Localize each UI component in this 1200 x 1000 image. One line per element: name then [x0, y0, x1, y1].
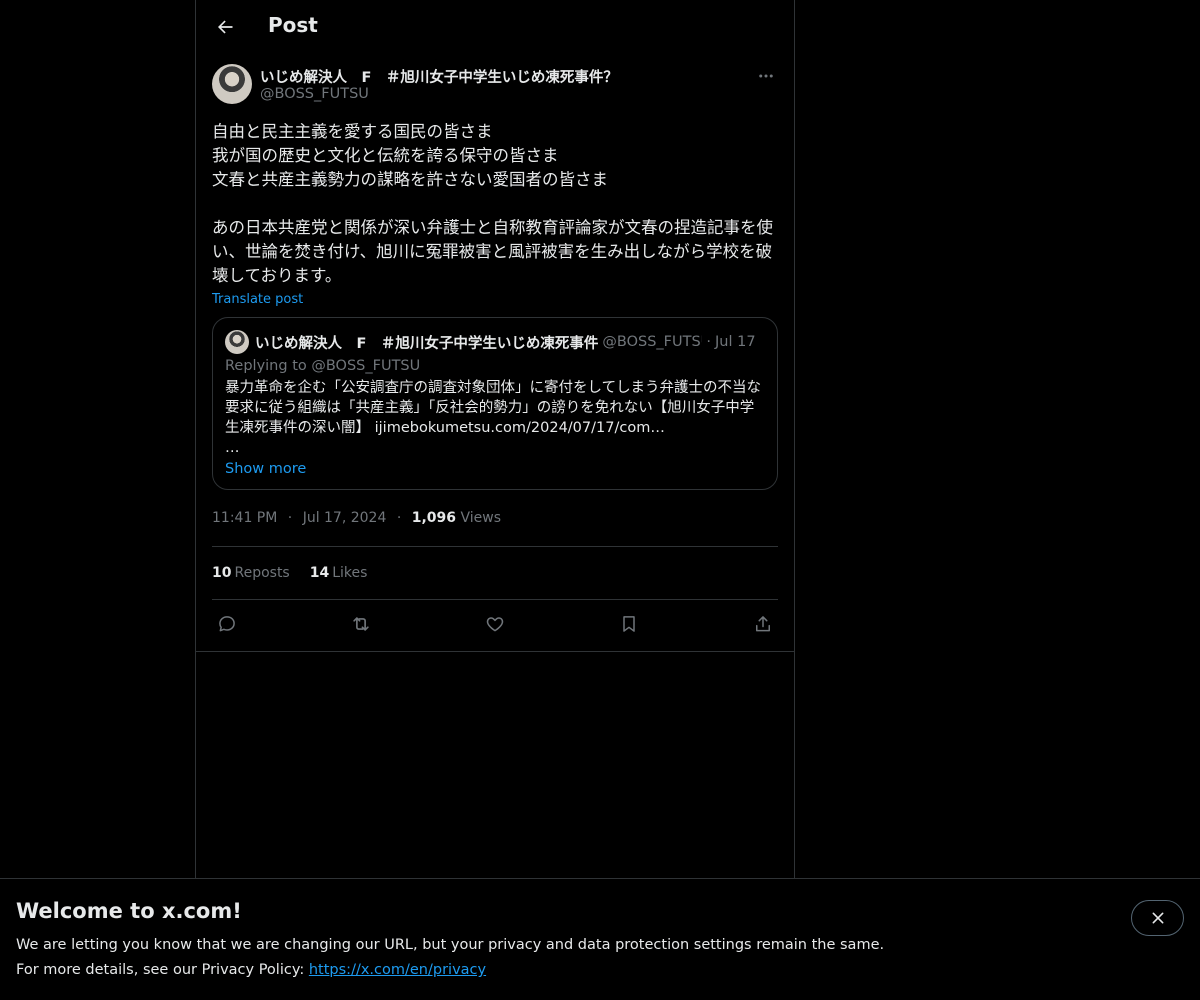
- bookmark-icon: [619, 614, 639, 634]
- post: いじめ解決人 F ＃旭川女子中学生いじめ凍死事件？ @BOSS_FUTSU 自由…: [212, 64, 778, 648]
- quoted-post[interactable]: いじめ解決人 F ＃旭川女子中学生いじめ凍死事件 @BOSS_FUTSU · J…: [212, 317, 778, 490]
- author-name[interactable]: いじめ解決人 F ＃旭川女子中学生いじめ凍死事件？: [260, 66, 618, 87]
- avatar[interactable]: [212, 64, 252, 104]
- like-button[interactable]: [482, 611, 508, 637]
- show-more-link[interactable]: Show more: [225, 461, 306, 477]
- close-icon: [1150, 910, 1166, 926]
- banner-title: Welcome to x.com!: [16, 899, 242, 923]
- privacy-policy-link[interactable]: https://x.com/en/privacy: [309, 962, 486, 978]
- arrow-left-icon: [215, 17, 235, 37]
- translate-post-link[interactable]: Translate post: [212, 292, 303, 307]
- author-handle[interactable]: @BOSS_FUTSU: [260, 86, 369, 102]
- likes-label: Likes: [332, 565, 368, 581]
- more-horizontal-icon: [757, 67, 775, 85]
- reply-button[interactable]: [214, 611, 240, 637]
- banner-privacy-line: For more details, see our Privacy Policy…: [16, 962, 486, 978]
- quote-author-name: いじめ解決人 F ＃旭川女子中学生いじめ凍死事件: [255, 335, 599, 352]
- divider: [196, 651, 794, 652]
- post-date[interactable]: Jul 17, 2024: [303, 510, 387, 526]
- share-icon: [753, 614, 773, 634]
- welcome-banner: Welcome to x.com! We are letting you kno…: [0, 878, 1200, 1000]
- likes-count: 14: [309, 565, 330, 581]
- post-text: 自由と民主主義を愛する国民の皆さま 我が国の歴史と文化と伝統を誇る保守の皆さま …: [212, 122, 773, 285]
- back-button[interactable]: [208, 10, 242, 44]
- quote-separator: ·: [706, 334, 712, 350]
- more-button[interactable]: [754, 64, 778, 88]
- primary-column: Post いじめ解決人 F ＃旭川女子中学生いじめ凍死事件？ @BOSS_FUT…: [195, 0, 795, 1000]
- close-banner-button[interactable]: [1131, 900, 1184, 936]
- share-button[interactable]: [750, 611, 776, 637]
- top-bar: Post: [196, 0, 794, 54]
- repost-button[interactable]: [348, 611, 374, 637]
- quote-header: いじめ解決人 F ＃旭川女子中学生いじめ凍死事件 @BOSS_FUTSU · J…: [225, 330, 765, 354]
- post-author: いじめ解決人 F ＃旭川女子中学生いじめ凍死事件？ @BOSS_FUTSU: [212, 64, 778, 106]
- post-meta: 11:41 PM · Jul 17, 2024 · 1,096 Views: [212, 510, 778, 530]
- banner-privacy-prefix: For more details, see our Privacy Policy…: [16, 962, 309, 978]
- page-title: Post: [268, 13, 318, 37]
- views-count: 1,096: [411, 510, 457, 526]
- repost-icon: [350, 613, 372, 635]
- reposts-label: Reposts: [234, 565, 290, 581]
- meta-separator: ·: [287, 510, 293, 526]
- heart-icon: [485, 614, 505, 634]
- quote-text: 暴力革命を企む「公安調査庁の調査対象団体」に寄付をしてしまう弁護士の不当な要求に…: [225, 380, 762, 456]
- quote-date: Jul 17: [715, 334, 756, 350]
- likes-stat[interactable]: 14 Likes: [310, 565, 368, 581]
- meta-separator: ·: [396, 510, 402, 526]
- banner-message: We are letting you know that we are chan…: [16, 937, 885, 953]
- views-label: Views: [460, 510, 502, 526]
- quote-avatar: [225, 330, 249, 354]
- post-stats: 10 Reposts 14 Likes: [212, 547, 778, 599]
- post-time[interactable]: 11:41 PM: [212, 510, 277, 526]
- reposts-stat[interactable]: 10 Reposts: [212, 565, 290, 581]
- reposts-count: 10: [212, 565, 232, 581]
- reply-icon: [217, 614, 237, 634]
- quote-replying-to: Replying to @BOSS_FUTSU: [225, 358, 421, 374]
- quote-author-handle: @BOSS_FUTSU: [602, 334, 703, 350]
- bookmark-button[interactable]: [616, 611, 642, 637]
- post-actions: [212, 600, 778, 648]
